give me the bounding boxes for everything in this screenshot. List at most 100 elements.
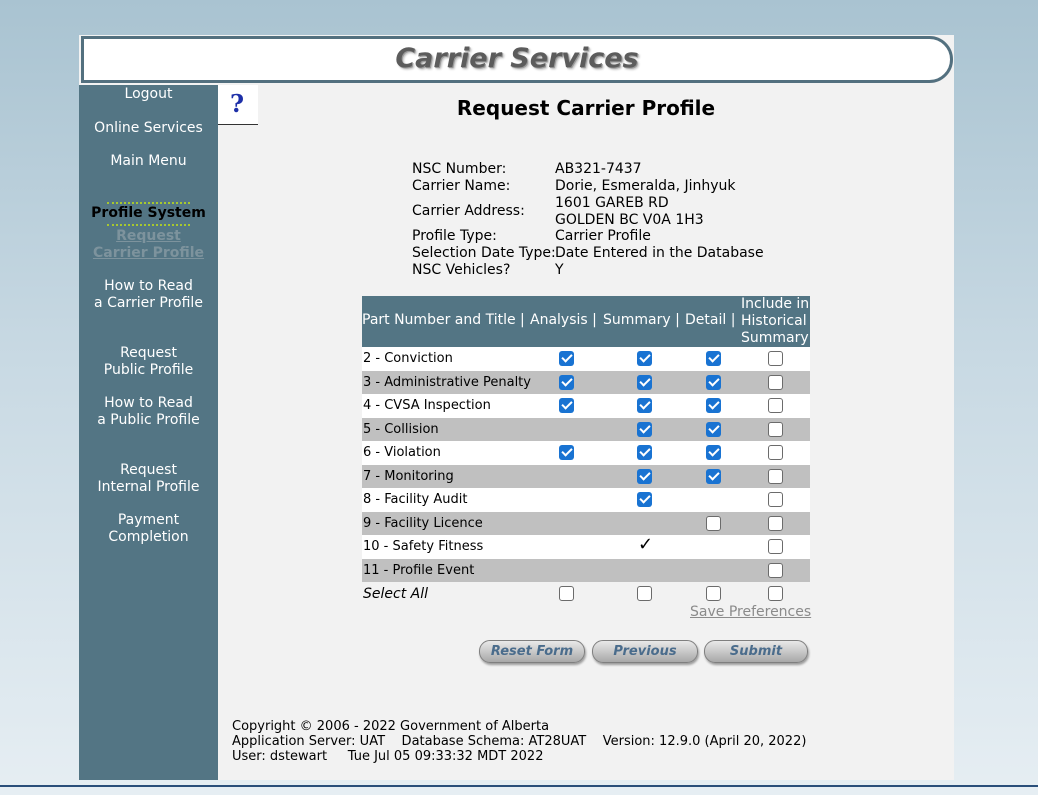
nsc-vehicles-value: Y: [555, 262, 564, 278]
table-row: 7 - Monitoring: [362, 464, 810, 488]
select-all-analysis-checkbox[interactable]: [559, 586, 574, 601]
sidebar-item-request-internal-profile[interactable]: Request Internal Profile: [79, 462, 218, 496]
summary-checkbox[interactable]: [637, 492, 652, 507]
analysis-checkbox[interactable]: [559, 398, 574, 413]
table-row: 4 - CVSA Inspection: [362, 394, 810, 418]
page-title: Request Carrier Profile: [456, 96, 716, 120]
sidebar-item-label: a Carrier Profile: [94, 295, 203, 311]
table-header: Part Number and Title | Analysis | Summa…: [362, 296, 810, 347]
carrier-name-label: Carrier Name:: [412, 178, 511, 194]
col-header-historical: Include in Historical Summary: [741, 296, 809, 347]
sidebar-item-label: Request: [120, 462, 177, 478]
detail-checkbox[interactable]: [706, 351, 721, 366]
col-header-historical-line: Include in: [741, 296, 810, 312]
select-all-historical-checkbox[interactable]: [768, 586, 783, 601]
sidebar-item-label: Public Profile: [103, 362, 194, 378]
select-all-detail-checkbox[interactable]: [706, 586, 721, 601]
sidebar-item-label: a Public Profile: [97, 412, 200, 428]
checkmark-icon: ✓: [638, 534, 654, 555]
table-row: 6 - Violation: [362, 441, 810, 465]
detail-checkbox[interactable]: [706, 445, 721, 460]
detail-checkbox[interactable]: [706, 398, 721, 413]
table-row: 3 - Administrative Penalty: [362, 370, 810, 394]
selection-date-type-label: Selection Date Type:: [412, 245, 556, 261]
sidebar-item-how-to-read-carrier[interactable]: How to Read a Carrier Profile: [79, 278, 218, 312]
summary-checkbox[interactable]: [637, 398, 652, 413]
detail-checkbox[interactable]: [706, 468, 721, 484]
divider-dots: [107, 224, 190, 226]
part-title: 4 - CVSA Inspection: [363, 398, 491, 413]
historical-checkbox[interactable]: [768, 468, 783, 484]
col-header-detail: Detail |: [685, 312, 736, 328]
app-title: Carrier Services: [395, 43, 639, 74]
sidebar-item-how-to-read-public[interactable]: How to Read a Public Profile: [79, 395, 218, 429]
table-row: 5 - Collision: [362, 417, 810, 441]
divider-dots: [107, 202, 190, 204]
part-title: 10 - Safety Fitness: [363, 539, 484, 554]
sidebar-item-label: How to Read: [104, 395, 193, 411]
detail-checkbox[interactable]: [706, 515, 721, 531]
sidebar-item-label: How to Read: [104, 278, 193, 294]
table-row: 10 - Safety Fitness ✓: [362, 535, 810, 559]
col-header-analysis: Analysis |: [530, 312, 597, 328]
sidebar-item-online-services[interactable]: Online Services: [79, 120, 218, 137]
reset-form-button[interactable]: Reset Form: [479, 640, 585, 663]
detail-checkbox[interactable]: [706, 374, 721, 390]
summary-checkbox[interactable]: [637, 445, 652, 460]
sidebar-section-profile-system: Profile System: [91, 205, 206, 221]
nsc-number-value: AB321-7437: [555, 161, 642, 177]
save-preferences-link[interactable]: Save Preferences: [690, 604, 811, 620]
sidebar-item-label: Request: [116, 228, 181, 244]
detail-checkbox[interactable]: [706, 421, 721, 437]
footer-server-info: Application Server: UAT Database Schema:…: [232, 734, 807, 749]
analysis-checkbox[interactable]: [559, 351, 574, 366]
profile-type-value: Carrier Profile: [555, 228, 651, 244]
part-title: 3 - Administrative Penalty: [363, 374, 531, 390]
analysis-checkbox[interactable]: [559, 374, 574, 390]
carrier-address-label: Carrier Address:: [412, 203, 525, 219]
historical-checkbox[interactable]: [768, 351, 783, 366]
part-title: 11 - Profile Event: [363, 562, 475, 578]
table-body: 2 - Conviction 3 - Administrative Penalty…: [362, 347, 810, 582]
part-title: 9 - Facility Licence: [363, 515, 483, 531]
sidebar-item-main-menu[interactable]: Main Menu: [79, 153, 218, 170]
summary-checkbox[interactable]: [637, 421, 652, 437]
historical-checkbox[interactable]: [768, 515, 783, 531]
summary-checkbox[interactable]: [637, 351, 652, 366]
footer-copyright: Copyright © 2006 - 2022 Government of Al…: [232, 719, 550, 734]
sidebar-item-label: Internal Profile: [97, 479, 200, 495]
col-header-part: Part Number and Title |: [362, 312, 525, 328]
submit-button[interactable]: Submit: [704, 640, 808, 663]
select-all-summary-checkbox[interactable]: [637, 586, 652, 601]
table-row: 11 - Profile Event: [362, 558, 810, 582]
part-title: 7 - Monitoring: [363, 468, 454, 484]
profile-type-label: Profile Type:: [412, 228, 497, 244]
historical-checkbox[interactable]: [768, 492, 783, 507]
summary-checkbox[interactable]: [637, 374, 652, 390]
footer-user-info: User: dstewart Tue Jul 05 09:33:32 MDT 2…: [232, 749, 544, 764]
part-title: 5 - Collision: [363, 421, 439, 437]
select-all-label: Select All: [363, 586, 428, 602]
sidebar-item-label: Carrier Profile: [92, 245, 205, 261]
historical-checkbox[interactable]: [768, 539, 783, 554]
col-header-historical-line: Summary: [741, 330, 809, 346]
historical-checkbox[interactable]: [768, 398, 783, 413]
sidebar-item-label: Completion: [108, 529, 189, 545]
profile-parts-table: Part Number and Title | Analysis | Summa…: [362, 296, 810, 606]
summary-checkbox[interactable]: [637, 468, 652, 484]
table-row: 8 - Facility Audit: [362, 488, 810, 512]
sidebar-item-logout[interactable]: Logout: [79, 86, 218, 103]
bottom-divider: [0, 785, 1038, 787]
sidebar-item-request-carrier-profile[interactable]: Request Carrier Profile: [79, 228, 218, 262]
historical-checkbox[interactable]: [768, 421, 783, 437]
table-row: 2 - Conviction: [362, 347, 810, 371]
historical-checkbox[interactable]: [768, 445, 783, 460]
previous-button[interactable]: Previous: [592, 640, 698, 663]
part-title: 8 - Facility Audit: [363, 492, 468, 507]
historical-checkbox[interactable]: [768, 374, 783, 390]
analysis-checkbox[interactable]: [559, 445, 574, 460]
sidebar-item-payment-completion[interactable]: Payment Completion: [79, 512, 218, 546]
sidebar-item-request-public-profile[interactable]: Request Public Profile: [79, 345, 218, 379]
carrier-name-value: Dorie, Esmeralda, Jinhyuk: [555, 178, 736, 194]
historical-checkbox[interactable]: [768, 562, 783, 578]
